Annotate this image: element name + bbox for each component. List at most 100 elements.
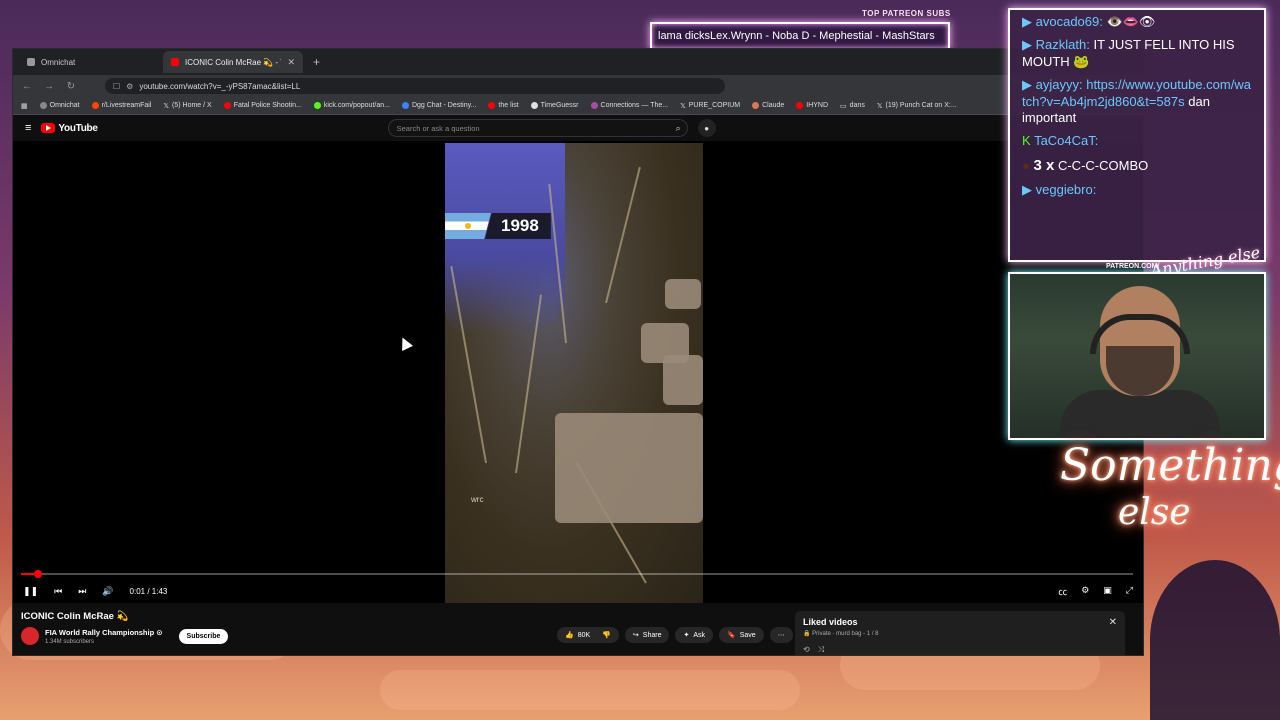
channel-name[interactable]: FIA World Rally Championship ⊙ (45, 628, 163, 637)
patreon-marquee: lama dicksLex.Wrynn - Noba D - Mephestia… (650, 22, 950, 50)
combo-message: ● 3 x C-C-C-COMBO (1022, 156, 1252, 176)
chat-username: Razklath: (1035, 36, 1090, 52)
folder-icon: ▭ (840, 102, 847, 110)
bookmark-icon: 🔖 (727, 632, 736, 639)
loop-icon[interactable]: ⟲ (803, 645, 810, 655)
search-input[interactable]: Search or ask a question ⌕ (387, 119, 688, 137)
bookmark-item[interactable]: Connections — The... (590, 102, 668, 109)
bookmark-item[interactable]: TimeGuessr (530, 102, 579, 109)
ask-button[interactable]: ✦ Ask (675, 627, 714, 643)
bookmark-star-icon[interactable]: ☐ (113, 82, 120, 91)
next-icon[interactable]: ⏭ (78, 586, 86, 597)
progress-knob[interactable] (33, 570, 42, 578)
more-icon: ⋯ (777, 632, 785, 639)
close-icon[interactable]: ✕ (1109, 617, 1117, 628)
apps-grid-icon[interactable]: ▦ (21, 102, 28, 110)
captions-icon[interactable]: ㏄ (1058, 585, 1067, 598)
forward-icon[interactable]: → (43, 81, 55, 92)
x-icon: 𝕏 (163, 102, 170, 110)
back-icon[interactable]: ← (21, 81, 33, 92)
tab-omnichat[interactable]: Omnichat (19, 51, 159, 73)
bookmark-item[interactable]: kick.com/popout/an... (313, 102, 390, 109)
grass-blade (605, 166, 641, 304)
chat-username: avocado69: (1035, 14, 1103, 29)
cloud-shape (380, 670, 800, 710)
bookmark-item[interactable]: IHYND (796, 102, 828, 109)
wrc-watermark: wrc (471, 495, 484, 504)
playlist-panel: Liked videos 🔒 Private · murd bag - 1 / … (795, 611, 1125, 655)
dgg-icon (401, 102, 409, 109)
bookmark-item[interactable]: Claude (752, 102, 784, 109)
neon-sign: Something else (1060, 440, 1280, 550)
tab-label: Omnichat (41, 57, 76, 67)
save-button[interactable]: 🔖 Save (719, 627, 764, 643)
palm-silhouette (1150, 560, 1280, 720)
progress-bar[interactable] (21, 570, 1133, 578)
volume-icon[interactable]: 🔊 (102, 586, 113, 597)
bookmark-item[interactable]: the list (488, 102, 519, 109)
x-icon: 𝕏 (680, 102, 686, 110)
share-button[interactable]: ↪ Share (624, 627, 670, 643)
url-text: youtube.com/watch?v=_-yPS87amac&list=LL (139, 81, 301, 91)
chat-message: ▶ avocado69: 👁‍👄👁 (1022, 14, 1252, 31)
stream-chat: ▶ avocado69: 👁‍👄👁 ▶ Razklath: IT JUST FE… (1008, 8, 1266, 262)
video-info: ICONIC Colin McRae 💫 FIA World Rally Cha… (13, 607, 1143, 655)
previous-icon[interactable]: ⏮ (54, 586, 62, 597)
new-tab-button[interactable]: + (307, 55, 326, 69)
settings-gear-icon[interactable]: ⚙ (1081, 585, 1089, 598)
site-info-icon[interactable]: ⚙ (126, 82, 133, 91)
platform-icon: ▶ (1022, 181, 1032, 197)
bookmark-item[interactable]: Fatal Police Shootin... (223, 102, 302, 109)
close-tab-icon[interactable]: ✕ (287, 57, 295, 68)
video-frame[interactable]: 1998 wrc (445, 143, 703, 603)
bookmark-item[interactable]: Dgg Chat - Destiny... (401, 102, 476, 109)
fullscreen-icon[interactable]: ⤢ (1126, 585, 1133, 598)
miniplayer-icon[interactable]: ▣ (1103, 585, 1112, 598)
pause-icon[interactable]: ❚❚ (23, 586, 38, 597)
url-field[interactable]: ☐ ⚙ youtube.com/watch?v=_-yPS87amac&list… (105, 78, 725, 94)
youtube-icon (796, 102, 804, 109)
chat-message: ▶ ayjayyy: https://www.youtube.com/watch… (1022, 77, 1252, 128)
bookmark-item[interactable]: 𝕏 (19) Punch Cat on X:... (877, 102, 957, 110)
bookmark-favicon-icon (39, 102, 47, 109)
video-player[interactable]: 1998 wrc ❚❚ ⏮ ⏭ 🔊 0:01 / 1:43 ㏄ ⚙ ▣ ⤢ (13, 141, 1143, 603)
subscriber-count: 1.34M subscribers (45, 638, 95, 645)
patreon-subs-label: TOP PATREON SUBS (862, 9, 951, 18)
bookmark-folder[interactable]: ▭ dans (840, 102, 865, 110)
bookmark-item[interactable]: 𝕏 PURE_COPIUM (680, 102, 740, 110)
bookmark-item[interactable]: Omnichat (39, 102, 80, 109)
youtube-favicon-icon (171, 58, 179, 66)
search-icon[interactable]: ⌕ (676, 123, 681, 134)
thumbs-down-icon[interactable]: 👎 (602, 631, 611, 639)
playlist-title[interactable]: Liked videos (803, 617, 1117, 627)
chat-message: K TaCo4CaT: (1022, 133, 1252, 150)
chat-username: ayjayyy: (1035, 76, 1083, 92)
globe-icon (530, 102, 538, 109)
microphone-icon[interactable]: ● (697, 119, 716, 137)
menu-icon[interactable]: ≡ (25, 122, 31, 134)
platform-icon: ▶ (1022, 14, 1032, 29)
combo-count: 3 x (1033, 157, 1055, 175)
tab-strip: Omnichat ICONIC Colin McRae 💫 - You ✕ + (13, 49, 1143, 75)
time-display: 0:01 / 1:43 (129, 586, 168, 596)
x-icon: 𝕏 (876, 102, 883, 110)
channel-avatar[interactable] (21, 627, 39, 645)
subscribe-button[interactable]: Subscribe (178, 628, 229, 644)
browser-window: Omnichat ICONIC Colin McRae 💫 - You ✕ + … (12, 48, 1144, 656)
year-label: 1998 (485, 213, 551, 239)
shuffle-icon[interactable]: ⤨ (818, 645, 824, 655)
playlist-meta: 🔒 Private · murd bag - 1 / 8 (803, 631, 879, 637)
tab-youtube[interactable]: ICONIC Colin McRae 💫 - You ✕ (163, 51, 303, 73)
youtube-logo[interactable]: YouTube (41, 123, 98, 134)
kick-badge-icon: K (1022, 133, 1031, 149)
kick-icon (313, 102, 321, 109)
like-button[interactable]: 👍 80K 👎 (557, 627, 619, 643)
tab-label: ICONIC Colin McRae 💫 - You (185, 57, 281, 67)
reload-icon[interactable]: ↻ (65, 81, 77, 92)
bookmark-item[interactable]: 𝕏 (5) Home / X (163, 102, 211, 110)
player-controls: ❚❚ ⏮ ⏭ 🔊 0:01 / 1:43 ㏄ ⚙ ▣ ⤢ (23, 583, 1133, 599)
emote-icon: ● (1022, 158, 1030, 174)
youtube-icon (223, 102, 231, 109)
more-actions-button[interactable]: ⋯ (769, 627, 793, 643)
bookmark-item[interactable]: r/LivestreamFail (91, 102, 151, 109)
